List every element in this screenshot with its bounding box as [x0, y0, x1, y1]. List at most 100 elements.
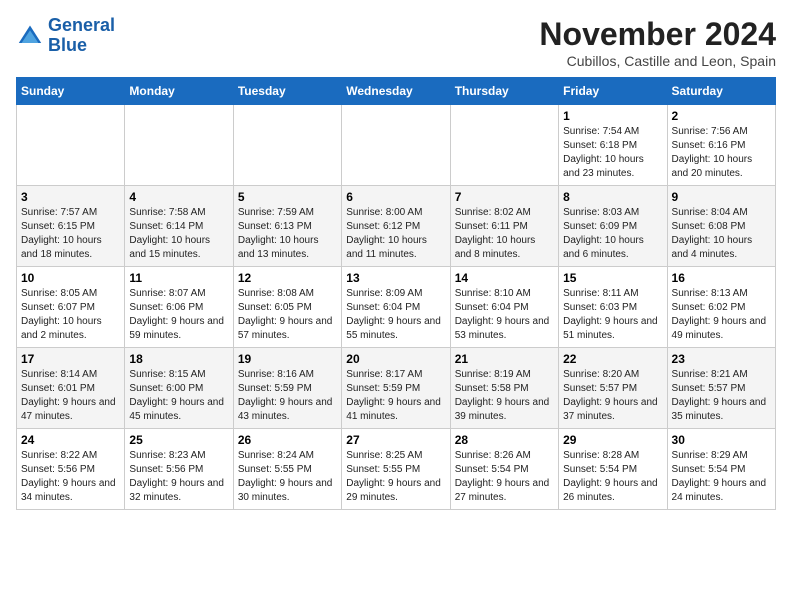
- day-info: Sunrise: 8:07 AM Sunset: 6:06 PM Dayligh…: [129, 287, 228, 343]
- day-number: 2: [672, 109, 771, 123]
- day-info: Sunrise: 8:29 AM Sunset: 5:54 PM Dayligh…: [672, 449, 771, 505]
- day-number: 5: [238, 190, 337, 204]
- day-info: Sunrise: 8:02 AM Sunset: 6:11 PM Dayligh…: [455, 206, 554, 262]
- day-number: 11: [129, 271, 228, 285]
- week-row-4: 17 Sunrise: 8:14 AM Sunset: 6:01 PM Dayli…: [17, 348, 776, 429]
- day-number: 17: [21, 352, 120, 366]
- day-number: 13: [346, 271, 445, 285]
- calendar-cell: 15 Sunrise: 8:11 AM Sunset: 6:03 PM Dayli…: [559, 267, 667, 348]
- calendar-cell: [17, 105, 125, 186]
- week-row-1: 1 Sunrise: 7:54 AM Sunset: 6:18 PM Daylig…: [17, 105, 776, 186]
- day-info: Sunrise: 8:03 AM Sunset: 6:09 PM Dayligh…: [563, 206, 662, 262]
- day-number: 26: [238, 433, 337, 447]
- day-number: 25: [129, 433, 228, 447]
- calendar-cell: 11 Sunrise: 8:07 AM Sunset: 6:06 PM Dayli…: [125, 267, 233, 348]
- calendar-table: SundayMondayTuesdayWednesdayThursdayFrid…: [16, 77, 776, 510]
- day-info: Sunrise: 8:11 AM Sunset: 6:03 PM Dayligh…: [563, 287, 662, 343]
- calendar-cell: 25 Sunrise: 8:23 AM Sunset: 5:56 PM Dayli…: [125, 429, 233, 510]
- calendar-cell: [233, 105, 341, 186]
- calendar-cell: 30 Sunrise: 8:29 AM Sunset: 5:54 PM Dayli…: [667, 429, 775, 510]
- day-info: Sunrise: 8:23 AM Sunset: 5:56 PM Dayligh…: [129, 449, 228, 505]
- day-info: Sunrise: 8:09 AM Sunset: 6:04 PM Dayligh…: [346, 287, 445, 343]
- calendar-cell: 13 Sunrise: 8:09 AM Sunset: 6:04 PM Dayli…: [342, 267, 450, 348]
- calendar-cell: 10 Sunrise: 8:05 AM Sunset: 6:07 PM Dayli…: [17, 267, 125, 348]
- calendar-cell: [342, 105, 450, 186]
- calendar-cell: 29Sunrise: 8:28 AM Sunset: 5:54 PM Dayli…: [559, 429, 667, 510]
- day-number: 14: [455, 271, 554, 285]
- calendar-cell: [450, 105, 558, 186]
- calendar-cell: 23Sunrise: 8:21 AM Sunset: 5:57 PM Dayli…: [667, 348, 775, 429]
- day-info: Sunrise: 8:15 AM Sunset: 6:00 PM Dayligh…: [129, 368, 228, 424]
- calendar-cell: 1 Sunrise: 7:54 AM Sunset: 6:18 PM Daylig…: [559, 105, 667, 186]
- day-info: Sunrise: 8:21 AM Sunset: 5:57 PM Dayligh…: [672, 368, 771, 424]
- calendar-header: SundayMondayTuesdayWednesdayThursdayFrid…: [17, 78, 776, 105]
- day-info: Sunrise: 8:00 AM Sunset: 6:12 PM Dayligh…: [346, 206, 445, 262]
- day-info: Sunrise: 8:20 AM Sunset: 5:57 PM Dayligh…: [563, 368, 662, 424]
- day-number: 20: [346, 352, 445, 366]
- day-header-monday: Monday: [125, 78, 233, 105]
- day-header-wednesday: Wednesday: [342, 78, 450, 105]
- calendar-cell: 19Sunrise: 8:16 AM Sunset: 5:59 PM Dayli…: [233, 348, 341, 429]
- day-info: Sunrise: 8:10 AM Sunset: 6:04 PM Dayligh…: [455, 287, 554, 343]
- calendar-cell: 4 Sunrise: 7:58 AM Sunset: 6:14 PM Daylig…: [125, 186, 233, 267]
- day-number: 21: [455, 352, 554, 366]
- day-info: Sunrise: 8:14 AM Sunset: 6:01 PM Dayligh…: [21, 368, 120, 424]
- day-number: 12: [238, 271, 337, 285]
- day-info: Sunrise: 8:28 AM Sunset: 5:54 PM Dayligh…: [563, 449, 662, 505]
- day-info: Sunrise: 8:25 AM Sunset: 5:55 PM Dayligh…: [346, 449, 445, 505]
- day-info: Sunrise: 7:59 AM Sunset: 6:13 PM Dayligh…: [238, 206, 337, 262]
- calendar-cell: 21 Sunrise: 8:19 AM Sunset: 5:58 PM Dayli…: [450, 348, 558, 429]
- calendar-cell: 16Sunrise: 8:13 AM Sunset: 6:02 PM Dayli…: [667, 267, 775, 348]
- day-number: 4: [129, 190, 228, 204]
- day-info: Sunrise: 8:24 AM Sunset: 5:55 PM Dayligh…: [238, 449, 337, 505]
- logo-icon: [16, 22, 44, 50]
- day-number: 6: [346, 190, 445, 204]
- day-number: 10: [21, 271, 120, 285]
- day-number: 3: [21, 190, 120, 204]
- week-row-3: 10 Sunrise: 8:05 AM Sunset: 6:07 PM Dayli…: [17, 267, 776, 348]
- day-info: Sunrise: 7:56 AM Sunset: 6:16 PM Dayligh…: [672, 125, 771, 181]
- day-info: Sunrise: 8:26 AM Sunset: 5:54 PM Dayligh…: [455, 449, 554, 505]
- day-number: 28: [455, 433, 554, 447]
- week-row-2: 3Sunrise: 7:57 AM Sunset: 6:15 PM Daylig…: [17, 186, 776, 267]
- day-number: 7: [455, 190, 554, 204]
- calendar-cell: 28 Sunrise: 8:26 AM Sunset: 5:54 PM Dayli…: [450, 429, 558, 510]
- day-header-sunday: Sunday: [17, 78, 125, 105]
- calendar-cell: 24 Sunrise: 8:22 AM Sunset: 5:56 PM Dayli…: [17, 429, 125, 510]
- day-info: Sunrise: 8:08 AM Sunset: 6:05 PM Dayligh…: [238, 287, 337, 343]
- day-number: 9: [672, 190, 771, 204]
- location: Cubillos, Castille and Leon, Spain: [539, 53, 776, 69]
- month-title: November 2024: [539, 16, 776, 53]
- calendar-cell: 9 Sunrise: 8:04 AM Sunset: 6:08 PM Daylig…: [667, 186, 775, 267]
- calendar-cell: 3Sunrise: 7:57 AM Sunset: 6:15 PM Daylig…: [17, 186, 125, 267]
- calendar-cell: 8 Sunrise: 8:03 AM Sunset: 6:09 PM Daylig…: [559, 186, 667, 267]
- day-header-friday: Friday: [559, 78, 667, 105]
- day-info: Sunrise: 7:58 AM Sunset: 6:14 PM Dayligh…: [129, 206, 228, 262]
- day-number: 24: [21, 433, 120, 447]
- day-info: Sunrise: 8:19 AM Sunset: 5:58 PM Dayligh…: [455, 368, 554, 424]
- day-header-saturday: Saturday: [667, 78, 775, 105]
- calendar-cell: 17 Sunrise: 8:14 AM Sunset: 6:01 PM Dayli…: [17, 348, 125, 429]
- calendar-cell: 12 Sunrise: 8:08 AM Sunset: 6:05 PM Dayli…: [233, 267, 341, 348]
- day-number: 8: [563, 190, 662, 204]
- day-number: 30: [672, 433, 771, 447]
- calendar-cell: 26 Sunrise: 8:24 AM Sunset: 5:55 PM Dayli…: [233, 429, 341, 510]
- logo-text: General Blue: [48, 16, 115, 56]
- day-info: Sunrise: 8:04 AM Sunset: 6:08 PM Dayligh…: [672, 206, 771, 262]
- logo: General Blue: [16, 16, 115, 56]
- calendar-cell: 18Sunrise: 8:15 AM Sunset: 6:00 PM Dayli…: [125, 348, 233, 429]
- day-number: 27: [346, 433, 445, 447]
- day-number: 15: [563, 271, 662, 285]
- day-info: Sunrise: 8:16 AM Sunset: 5:59 PM Dayligh…: [238, 368, 337, 424]
- calendar-cell: 5 Sunrise: 7:59 AM Sunset: 6:13 PM Daylig…: [233, 186, 341, 267]
- day-info: Sunrise: 8:05 AM Sunset: 6:07 PM Dayligh…: [21, 287, 120, 343]
- day-info: Sunrise: 8:22 AM Sunset: 5:56 PM Dayligh…: [21, 449, 120, 505]
- calendar-cell: [125, 105, 233, 186]
- day-info: Sunrise: 7:54 AM Sunset: 6:18 PM Dayligh…: [563, 125, 662, 181]
- calendar-cell: 14 Sunrise: 8:10 AM Sunset: 6:04 PM Dayli…: [450, 267, 558, 348]
- day-number: 1: [563, 109, 662, 123]
- day-info: Sunrise: 8:17 AM Sunset: 5:59 PM Dayligh…: [346, 368, 445, 424]
- calendar-cell: 27 Sunrise: 8:25 AM Sunset: 5:55 PM Dayli…: [342, 429, 450, 510]
- calendar-cell: 7 Sunrise: 8:02 AM Sunset: 6:11 PM Daylig…: [450, 186, 558, 267]
- week-row-5: 24 Sunrise: 8:22 AM Sunset: 5:56 PM Dayli…: [17, 429, 776, 510]
